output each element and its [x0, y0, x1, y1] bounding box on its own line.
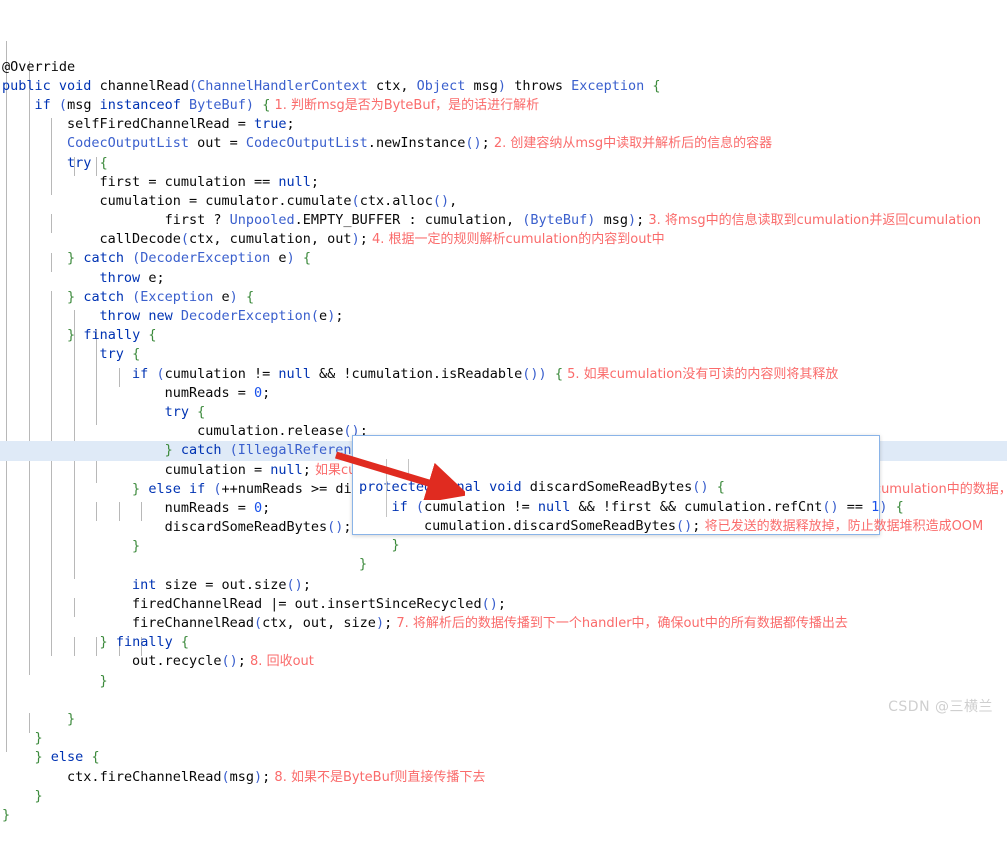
code-line[interactable]: throw e; — [0, 269, 1007, 288]
code-text: } — [2, 806, 11, 823]
code-text: ctx.fireChannelRead(msg); — [67, 768, 271, 785]
annotation-note: 3. 将msg中的信息读取到cumulation并返回cumulation — [644, 213, 982, 229]
code-text: fireChannelRead(ctx, out, size); — [132, 615, 393, 632]
popup-code-line: if (cumulation != null && !first && cumu… — [359, 498, 904, 517]
code-text: public void channelRead(ChannelHandlerCo… — [2, 77, 661, 94]
code-line[interactable]: } finally { — [0, 326, 1007, 345]
code-text: cumulation.release(); — [197, 423, 368, 440]
code-line[interactable]: } catch (Exception e) { — [0, 288, 1007, 307]
annotation-note: 2. 创建容纳从msg中读取并解析后的信息的容器 — [489, 136, 773, 152]
code-line[interactable]: } — [0, 806, 1007, 825]
popup-code-text: } — [359, 556, 368, 573]
code-text: CodecOutputList out = CodecOutputList.ne… — [67, 135, 490, 152]
code-line[interactable]: firedChannelRead |= out.insertSinceRecyc… — [0, 595, 1007, 614]
annotation-note: 7. 将解析后的数据传播到下一个handler中，确保out中的所有数据都传播出… — [392, 616, 848, 632]
code-line[interactable]: if (msg instanceof ByteBuf) { 1. 判断msg是否… — [0, 96, 1007, 115]
code-text: selfFiredChannelRead = true; — [67, 116, 295, 133]
code-text: } — [132, 538, 141, 555]
code-text: } — [34, 787, 43, 804]
popup-annotation-note: 将已发送的数据释放掉，防止数据堆积造成OOM — [700, 518, 984, 534]
code-text: } — [67, 710, 76, 727]
code-line[interactable]: } catch (DecoderException e) { — [0, 249, 1007, 268]
code-line[interactable]: try { — [0, 403, 1007, 422]
code-text: } finally { — [99, 634, 190, 651]
code-text: callDecode(ctx, cumulation, out); — [99, 231, 368, 248]
code-line[interactable]: @Override — [0, 58, 1007, 77]
popup-indent-guide — [385, 459, 387, 517]
code-text: } finally { — [67, 327, 157, 344]
annotation-note: 1. 判断msg是否为ByteBuf，是的话进行解析 — [270, 97, 540, 113]
code-line[interactable]: fireChannelRead(ctx, out, size); 7. 将解析后… — [0, 614, 1007, 633]
code-line[interactable]: } finally { — [0, 633, 1007, 652]
code-text: if (msg instanceof ByteBuf) { — [34, 96, 271, 113]
popup-code-text: if (cumulation != null && !first && cumu… — [391, 498, 904, 515]
code-text: throw new DecoderException(e); — [99, 308, 344, 325]
code-text: cumulation = cumulator.cumulate(ctx.allo… — [99, 192, 458, 209]
code-line[interactable]: } — [0, 729, 1007, 748]
popup-code-line: cumulation.discardSomeReadBytes(); 将已发送的… — [359, 517, 983, 536]
code-text: int size = out.size(); — [132, 576, 311, 593]
popup-code-line: } — [359, 555, 879, 574]
annotation-note: 5. 如果cumulation没有可读的内容则将其释放 — [562, 366, 839, 382]
code-text: } — [99, 672, 108, 689]
code-text: first ? Unpooled.EMPTY_BUFFER : cumulati… — [164, 212, 645, 229]
code-editor-surface[interactable]: @Override public void channelRead(Channel… — [0, 0, 1007, 823]
quick-definition-popup[interactable]: protected final void discardSomeReadByte… — [352, 435, 983, 572]
code-line[interactable]: numReads = 0; — [0, 384, 1007, 403]
code-text: } else { — [34, 749, 100, 766]
code-line[interactable]: public void channelRead(ChannelHandlerCo… — [0, 77, 1007, 96]
code-line[interactable]: } — [0, 710, 1007, 729]
code-text: } catch (DecoderException e) { — [67, 250, 311, 267]
popup-indent-guide — [408, 459, 409, 479]
annotation-note: 8. 如果不是ByteBuf则直接传播下去 — [270, 769, 486, 785]
popup-code-line: protected final void discardSomeReadByte… — [359, 478, 879, 497]
code-text: first = cumulation == null; — [99, 173, 320, 190]
popup-code-text: protected final void discardSomeReadByte… — [359, 479, 725, 496]
code-line[interactable]: throw new DecoderException(e); — [0, 307, 1007, 326]
code-line[interactable]: selfFiredChannelRead = true; — [0, 115, 1007, 134]
code-line[interactable]: cumulation = cumulator.cumulate(ctx.allo… — [0, 192, 1007, 211]
code-line[interactable]: } — [0, 787, 1007, 806]
code-text: throw e; — [99, 269, 165, 286]
popup-code-text: } — [391, 537, 400, 554]
popup-code-text: cumulation.discardSomeReadBytes(); — [424, 517, 701, 534]
code-line[interactable] — [0, 691, 1007, 710]
code-line[interactable]: } — [0, 672, 1007, 691]
code-text: try { — [99, 346, 141, 363]
code-line[interactable]: ctx.fireChannelRead(msg); 8. 如果不是ByteBuf… — [0, 768, 1007, 787]
code-line[interactable]: out.recycle(); 8. 回收out — [0, 652, 1007, 671]
annotation-note: 4. 根据一定的规则解析cumulation的内容到out中 — [367, 232, 665, 248]
code-text: } catch (Exception e) { — [67, 288, 255, 305]
csdn-watermark: CSDN @三横兰 — [888, 699, 993, 715]
code-line[interactable]: first ? Unpooled.EMPTY_BUFFER : cumulati… — [0, 211, 1007, 230]
code-text: numReads = 0; — [164, 384, 271, 401]
code-line[interactable]: try { — [0, 345, 1007, 364]
code-line[interactable]: first = cumulation == null; — [0, 173, 1007, 192]
code-line[interactable]: CodecOutputList out = CodecOutputList.ne… — [0, 134, 1007, 153]
popup-code-lines: protected final void discardSomeReadByte… — [359, 478, 983, 574]
annotation-note: 8. 回收out — [245, 654, 314, 670]
code-text: try { — [67, 154, 108, 171]
code-text: } — [34, 730, 43, 747]
code-text: cumulation = null; — [164, 461, 311, 478]
code-line[interactable]: if (cumulation != null && !cumulation.is… — [0, 365, 1007, 384]
code-line[interactable]: callDecode(ctx, cumulation, out); 4. 根据一… — [0, 230, 1007, 249]
code-line[interactable]: } else { — [0, 748, 1007, 767]
code-text: numReads = 0; — [164, 499, 271, 516]
code-text: out.recycle(); — [132, 653, 246, 670]
code-line[interactable]: try { — [0, 154, 1007, 173]
popup-code-line: } — [359, 536, 879, 555]
code-text: try { — [164, 403, 206, 420]
code-text: firedChannelRead |= out.insertSinceRecyc… — [132, 595, 506, 612]
code-text: discardSomeReadBytes(); — [164, 519, 352, 536]
code-text: if (cumulation != null && !cumulation.is… — [132, 365, 563, 382]
code-text: @Override — [2, 58, 76, 75]
